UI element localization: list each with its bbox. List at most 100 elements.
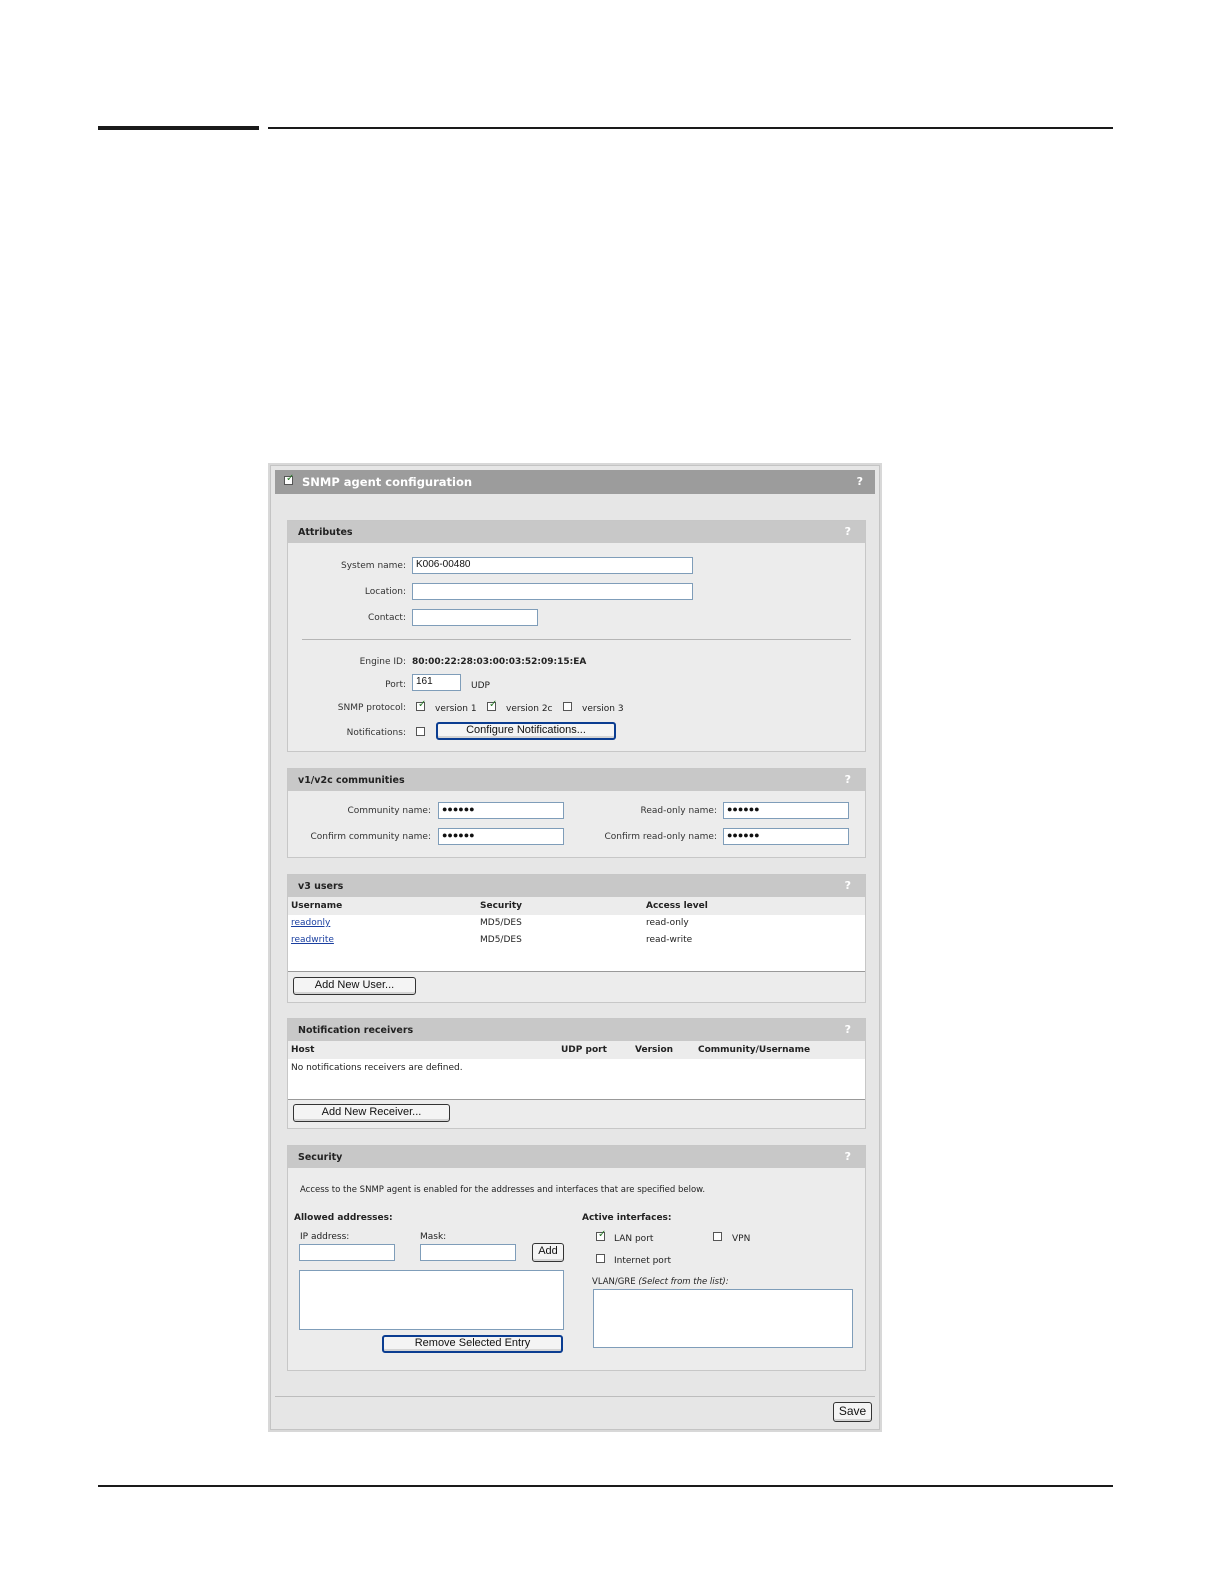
communities-section: v1/v2c communities ? Community name: ●●●… (287, 768, 866, 858)
port-label: Port: (385, 680, 406, 690)
add-new-receiver-button[interactable]: Add New Receiver... (293, 1104, 450, 1122)
lan-port-checkbox[interactable]: ✓ (596, 1229, 607, 1241)
users-table-body: readonly MD5/DES read-only readwrite MD5… (288, 915, 865, 972)
column-header-version: Version (635, 1045, 674, 1055)
user-security: MD5/DES (480, 935, 522, 945)
panel-header: ✓ SNMP agent configuration ? (275, 470, 875, 494)
security-description: Access to the SNMP agent is enabled for … (300, 1185, 706, 1195)
allowed-addresses-label: Allowed addresses: (294, 1213, 393, 1223)
version3-checkbox[interactable] (563, 702, 572, 711)
location-label: Location: (364, 587, 406, 597)
community-name-label: Community name: (347, 806, 431, 816)
receivers-table-body: No notifications receivers are defined. (288, 1059, 865, 1100)
header-rule-left (98, 126, 259, 130)
column-header-security: Security (480, 901, 523, 911)
user-link-readonly[interactable]: readonly (291, 918, 330, 928)
section-title: v3 users (298, 881, 344, 892)
vpn-label: VPN (732, 1234, 751, 1244)
confirm-readonly-input[interactable]: ●●●●●● (723, 828, 849, 845)
communities-header: v1/v2c communities ? (288, 769, 865, 791)
version1-checkbox[interactable]: ✓ (416, 699, 427, 711)
check-icon: ✓ (598, 1229, 607, 1240)
security-section: Security ? Access to the SNMP agent is e… (287, 1145, 866, 1371)
vlan-gre-list[interactable] (593, 1289, 853, 1348)
footer-divider (275, 1396, 875, 1397)
check-icon: ✓ (286, 473, 295, 484)
location-input[interactable] (412, 583, 693, 600)
port-unit: UDP (471, 681, 490, 691)
contact-label: Contact: (367, 613, 406, 623)
user-access: read-write (646, 935, 693, 945)
allowed-addresses-list[interactable] (299, 1270, 564, 1330)
user-security: MD5/DES (480, 918, 522, 928)
confirm-readonly-label: Confirm read-only name: (604, 832, 717, 842)
check-icon: ✓ (418, 699, 427, 710)
column-header-udp-port: UDP port (561, 1045, 607, 1055)
column-header-access: Access level (646, 901, 708, 911)
add-new-user-button[interactable]: Add New User... (293, 977, 416, 995)
help-icon[interactable]: ? (857, 475, 863, 488)
system-name-input[interactable]: K006-00480 (412, 557, 693, 574)
internet-port-label: Internet port (614, 1256, 672, 1266)
check-icon: ✓ (489, 699, 498, 710)
port-input[interactable]: 161 (412, 674, 461, 691)
vlan-gre-hint: (Select from the list): (638, 1277, 729, 1287)
save-button[interactable]: Save (833, 1402, 872, 1422)
notifications-checkbox[interactable] (416, 727, 425, 736)
contact-input[interactable] (412, 609, 538, 626)
configure-notifications-button[interactable]: Configure Notifications... (436, 722, 616, 740)
version2c-checkbox[interactable]: ✓ (487, 699, 498, 711)
column-header-community: Community/Username (698, 1045, 811, 1055)
active-interfaces-label: Active interfaces: (582, 1213, 672, 1223)
notifications-label: Notifications: (346, 728, 406, 738)
section-title: v1/v2c communities (298, 775, 405, 786)
help-icon[interactable]: ? (845, 1150, 851, 1163)
user-link-readwrite[interactable]: readwrite (291, 935, 334, 945)
vlan-gre-text: VLAN/GRE (592, 1277, 636, 1287)
empty-message: No notifications receivers are defined. (291, 1063, 463, 1073)
section-title: Notification receivers (298, 1025, 414, 1036)
help-icon[interactable]: ? (845, 773, 851, 786)
snmp-protocol-label: SNMP protocol: (337, 703, 406, 713)
help-icon[interactable]: ? (845, 879, 851, 892)
header-rule-right (268, 127, 1113, 129)
section-title: Attributes (298, 527, 353, 538)
version1-label: version 1 (435, 704, 477, 714)
attributes-section: Attributes ? System name: K006-00480 Loc… (287, 520, 866, 752)
user-access: read-only (646, 918, 689, 928)
v3-users-section: v3 users ? Username Security Access leve… (287, 874, 866, 1003)
attributes-divider (302, 639, 851, 640)
version3-label: version 3 (582, 704, 624, 714)
internet-port-checkbox[interactable] (596, 1254, 605, 1263)
confirm-community-label: Confirm community name: (310, 832, 431, 842)
help-icon[interactable]: ? (845, 525, 851, 538)
receivers-section: Notification receivers ? Host UDP port V… (287, 1018, 866, 1129)
attributes-header: Attributes ? (288, 521, 865, 543)
security-header: Security ? (288, 1146, 865, 1168)
remove-entry-button[interactable]: Remove Selected Entry (382, 1335, 563, 1353)
snmp-agent-panel: ✓ SNMP agent configuration ? Attributes … (270, 465, 880, 1430)
readonly-name-input[interactable]: ●●●●●● (723, 802, 849, 819)
add-address-button[interactable]: Add (532, 1243, 564, 1262)
system-name-label: System name: (341, 561, 406, 571)
version2c-label: version 2c (506, 704, 553, 714)
panel-title: SNMP agent configuration (302, 475, 473, 489)
ip-address-input[interactable] (299, 1244, 395, 1261)
section-title: Security (298, 1152, 343, 1163)
confirm-community-input[interactable]: ●●●●●● (438, 828, 564, 845)
ip-address-label: IP address: (300, 1232, 350, 1242)
column-header-username: Username (291, 901, 343, 911)
community-name-input[interactable]: ●●●●●● (438, 802, 564, 819)
vpn-checkbox[interactable] (713, 1232, 722, 1241)
mask-input[interactable] (420, 1244, 516, 1261)
receivers-header: Notification receivers ? (288, 1019, 865, 1041)
engine-id-value: 80:00:22:28:03:00:03:52:09:15:EA (412, 657, 587, 667)
enable-snmp-checkbox[interactable]: ✓ (284, 473, 295, 485)
column-header-host: Host (291, 1045, 315, 1055)
footer-rule (98, 1485, 1113, 1487)
help-icon[interactable]: ? (845, 1023, 851, 1036)
readonly-name-label: Read-only name: (640, 806, 717, 816)
vlan-gre-label: VLAN/GRE (Select from the list): (592, 1277, 729, 1287)
mask-label: Mask: (420, 1232, 447, 1242)
engine-id-label: Engine ID: (359, 657, 406, 667)
